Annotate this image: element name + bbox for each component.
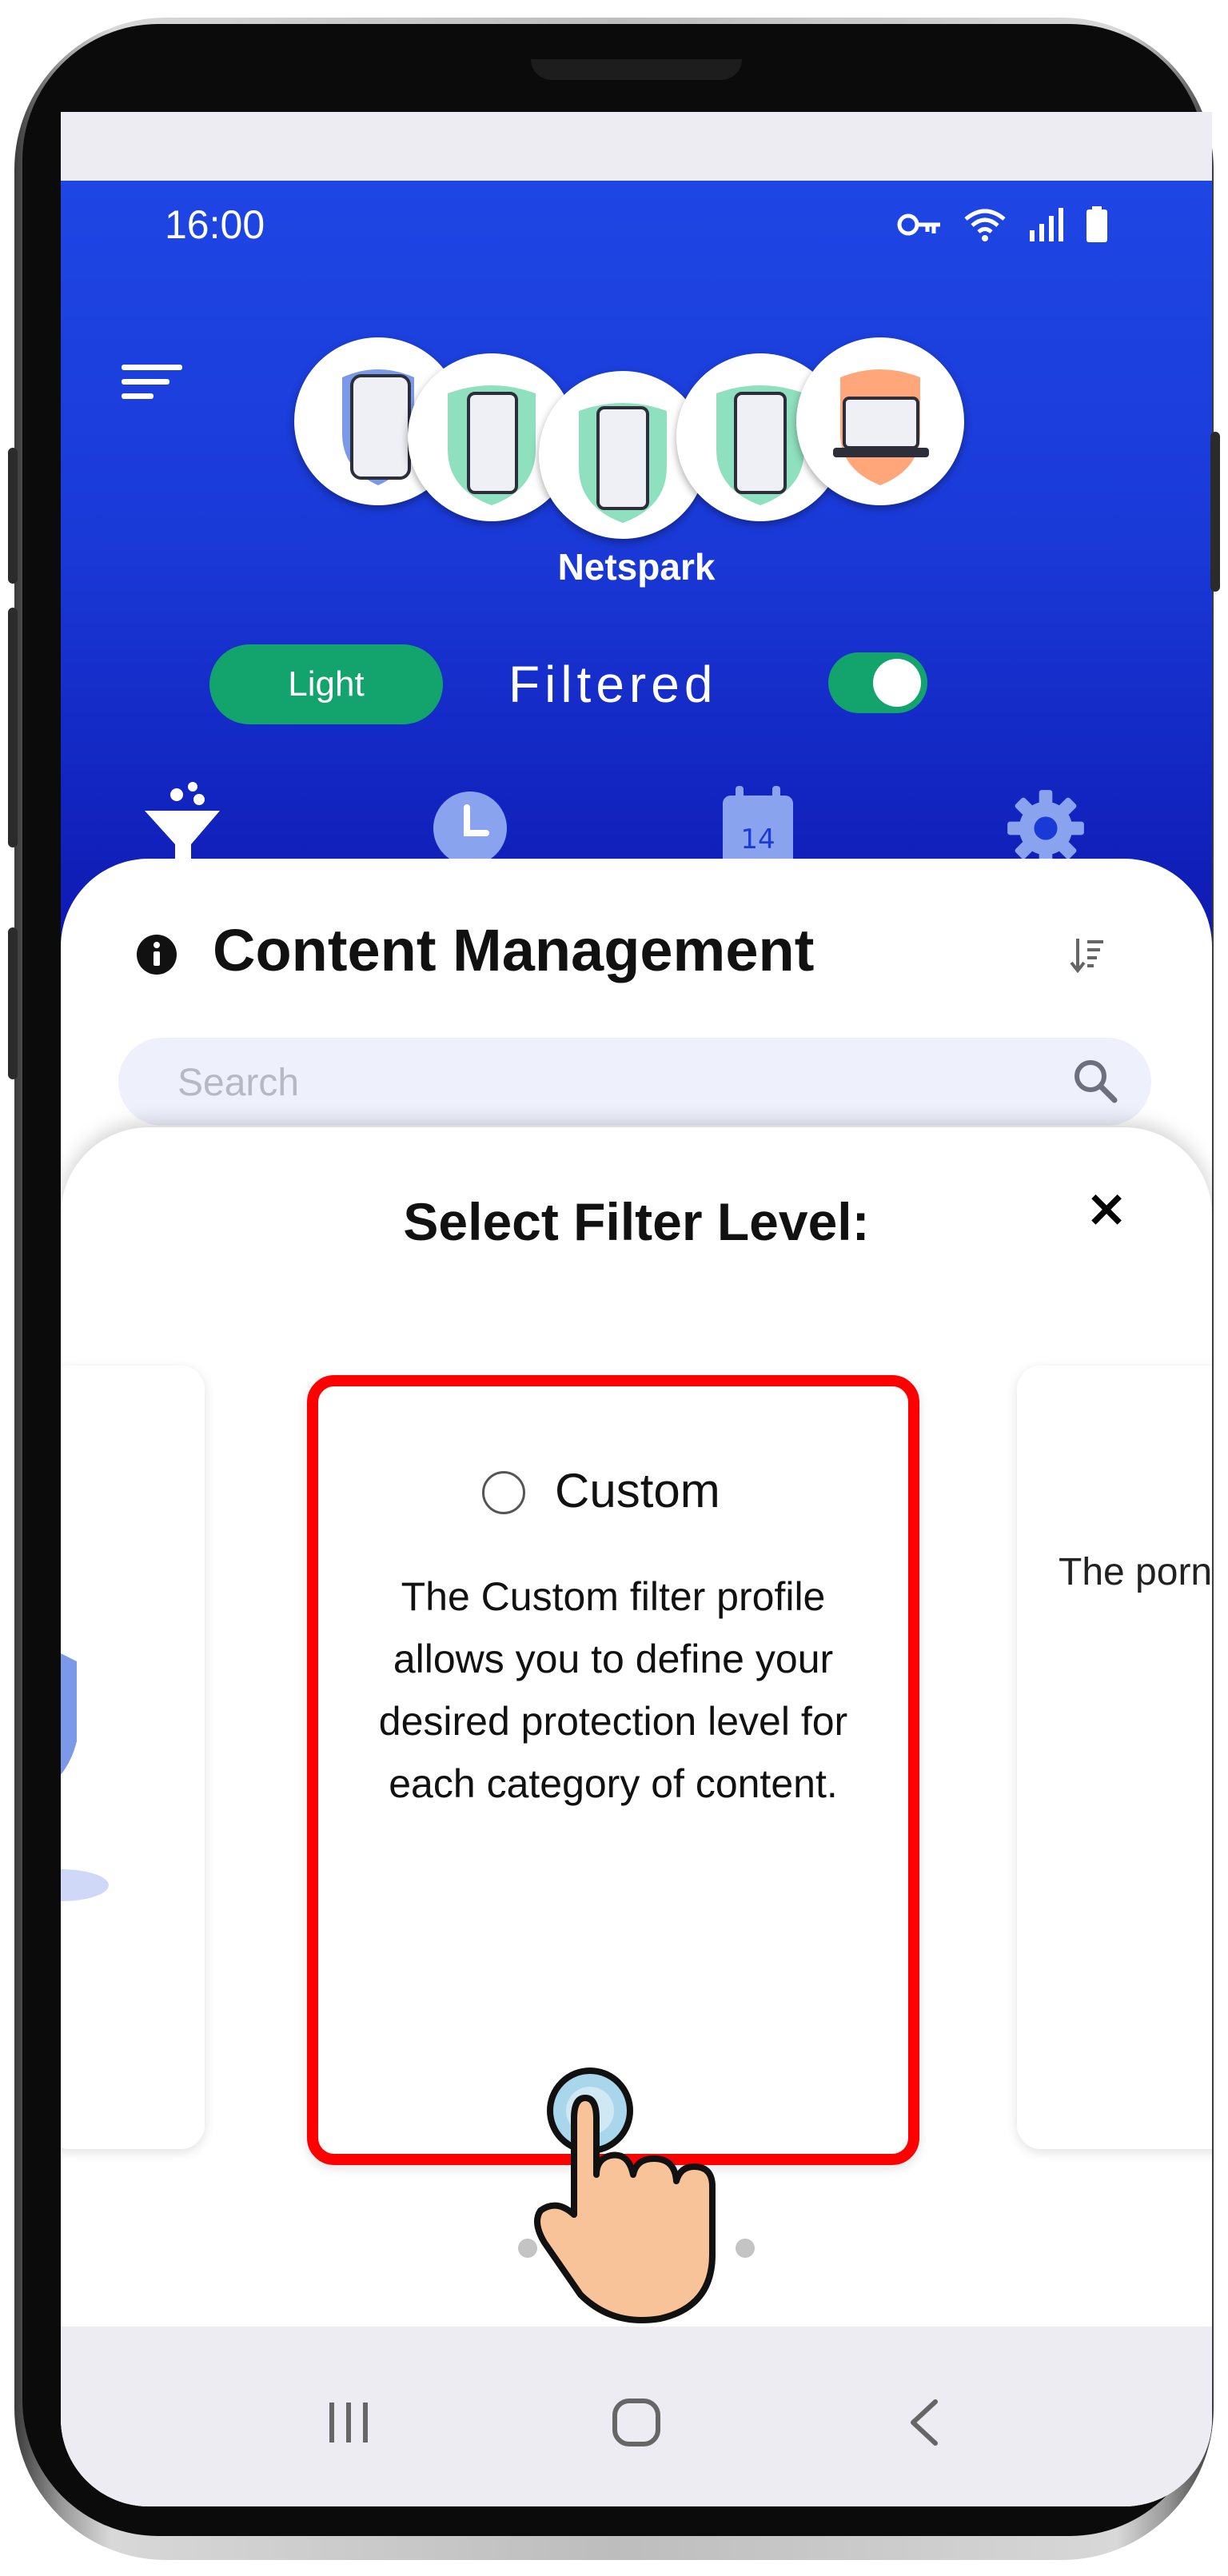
wifi-icon — [964, 209, 1006, 241]
close-button[interactable]: × — [1074, 1177, 1138, 1241]
sort-icon[interactable] — [1070, 935, 1105, 979]
screen: Netspark Light Filtered 14 Content Manag… — [61, 112, 1212, 2506]
next-option-description: The porn full r — [1059, 1551, 1212, 1593]
signal-icon — [1030, 208, 1063, 241]
vpn-key-icon — [897, 213, 940, 236]
volume-up-button — [8, 448, 18, 584]
filter-level-badge[interactable]: Light — [209, 644, 443, 724]
speaker-grille — [531, 59, 742, 80]
brand-name: Netspark — [557, 546, 716, 588]
page-title: Content Management — [213, 917, 815, 983]
phone-body: Netspark Light Filtered 14 Content Manag… — [22, 24, 1212, 2536]
search-icon[interactable] — [1071, 1057, 1119, 1108]
option-description: The Custom filter profile allows you to … — [378, 1574, 848, 1806]
status-time: 16:00 — [165, 202, 265, 247]
battery-icon — [1086, 206, 1107, 242]
filter-option-card-next[interactable]: The porn full r — [1017, 1366, 1212, 2149]
toggle-knob — [873, 659, 921, 707]
filter-mode-label: Filtered — [508, 656, 718, 713]
status-icons — [897, 206, 1108, 243]
clock-icon — [433, 792, 507, 865]
page-dot[interactable] — [736, 2239, 755, 2258]
power-button — [1210, 432, 1220, 592]
filter-option-card-previous[interactable] — [61, 1366, 205, 2149]
device-laptop-orange-icon[interactable] — [796, 337, 964, 505]
tap-hand-icon — [516, 2047, 724, 2338]
custom-radio-button[interactable] — [482, 1471, 525, 1514]
search-input[interactable] — [176, 1038, 1019, 1127]
volume-down-button — [8, 608, 18, 847]
search-bar — [118, 1038, 1151, 1127]
sheet-title: Select Filter Level: — [403, 1192, 870, 1251]
option-name: Custom — [555, 1464, 720, 1517]
filter-toggle[interactable] — [828, 652, 927, 713]
recent-apps-icon[interactable] — [301, 2375, 397, 2470]
system-navigation-bar — [61, 2327, 1212, 2506]
bixby-button — [8, 927, 18, 1079]
hamburger-menu-icon[interactable] — [122, 365, 185, 405]
calendar-day: 14 — [740, 823, 775, 855]
home-icon[interactable] — [588, 2375, 684, 2470]
shield-icon — [61, 1653, 109, 1901]
back-icon[interactable] — [876, 2375, 972, 2470]
app-header: Netspark Light Filtered 14 — [61, 181, 1212, 964]
gear-icon — [1007, 790, 1084, 867]
info-icon[interactable] — [136, 934, 177, 979]
